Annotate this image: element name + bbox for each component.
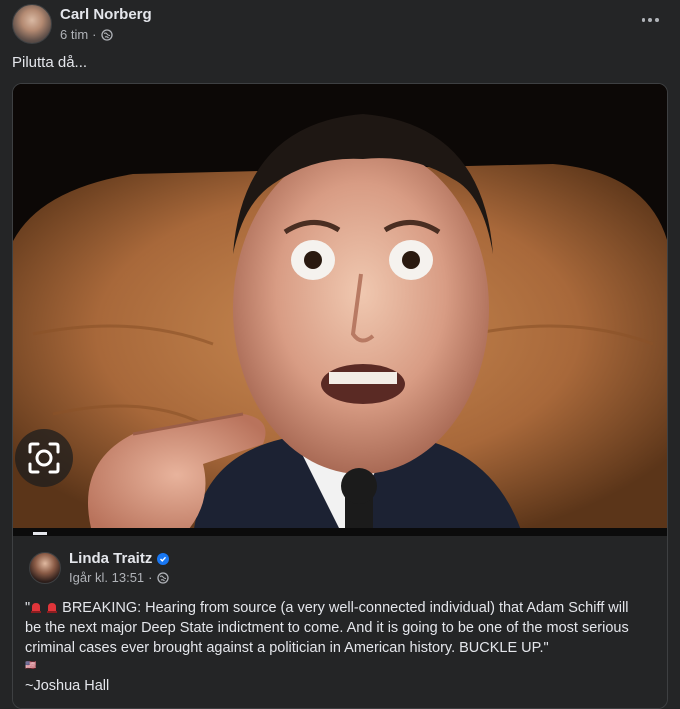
- siren-icon: [47, 603, 58, 613]
- more-options-icon[interactable]: [640, 10, 660, 30]
- separator: ·: [92, 27, 97, 42]
- post-time[interactable]: 6 tim: [60, 27, 88, 43]
- shared-post-card[interactable]: Linda Traitz Igår kl. 13:51 · " BREAKING…: [12, 83, 668, 709]
- globe-icon: [156, 571, 169, 584]
- separator: ·: [148, 570, 153, 585]
- shared-post-header: Linda Traitz Igår kl. 13:51 ·: [29, 550, 170, 585]
- post-caption: Pilutta då...: [12, 54, 88, 71]
- shared-author-row: Linda Traitz: [69, 550, 170, 567]
- verified-badge-icon: [157, 552, 170, 565]
- author-avatar[interactable]: [12, 4, 52, 44]
- shared-post-meta: Linda Traitz Igår kl. 13:51 ·: [69, 550, 170, 585]
- shared-post-body: Linda Traitz Igår kl. 13:51 · " BREAKING…: [13, 536, 667, 708]
- shared-author-name[interactable]: Linda Traitz: [69, 550, 152, 567]
- visual-search-icon[interactable]: [15, 429, 73, 487]
- post-header: Carl Norberg 6 tim ·: [12, 4, 152, 44]
- flag-glyph: 🇺🇸: [25, 660, 37, 670]
- photo-illustration: [13, 84, 667, 536]
- post-timestamp-row: 6 tim ·: [60, 27, 152, 43]
- shared-author-avatar[interactable]: [29, 551, 61, 584]
- post-photo[interactable]: [13, 84, 667, 536]
- author-name[interactable]: Carl Norberg: [60, 5, 152, 24]
- post-meta: Carl Norberg 6 tim ·: [60, 5, 152, 43]
- facebook-post: Carl Norberg 6 tim · Pilutta då... Linda…: [0, 0, 680, 709]
- shared-post-body-line: " BREAKING: Hearing from source (a very w…: [25, 600, 629, 656]
- shared-post-body-text: BREAKING: Hearing from source (a very we…: [25, 600, 629, 656]
- shared-post-timestamp-row: Igår kl. 13:51 ·: [69, 570, 169, 585]
- siren-icon: [31, 603, 42, 613]
- shared-post-signoff: ~Joshua Hall: [25, 678, 110, 694]
- globe-icon: [100, 29, 113, 41]
- shared-post-time[interactable]: Igår kl. 13:51: [69, 570, 144, 585]
- shared-post-text: " BREAKING: Hearing from source (a very w…: [25, 598, 645, 696]
